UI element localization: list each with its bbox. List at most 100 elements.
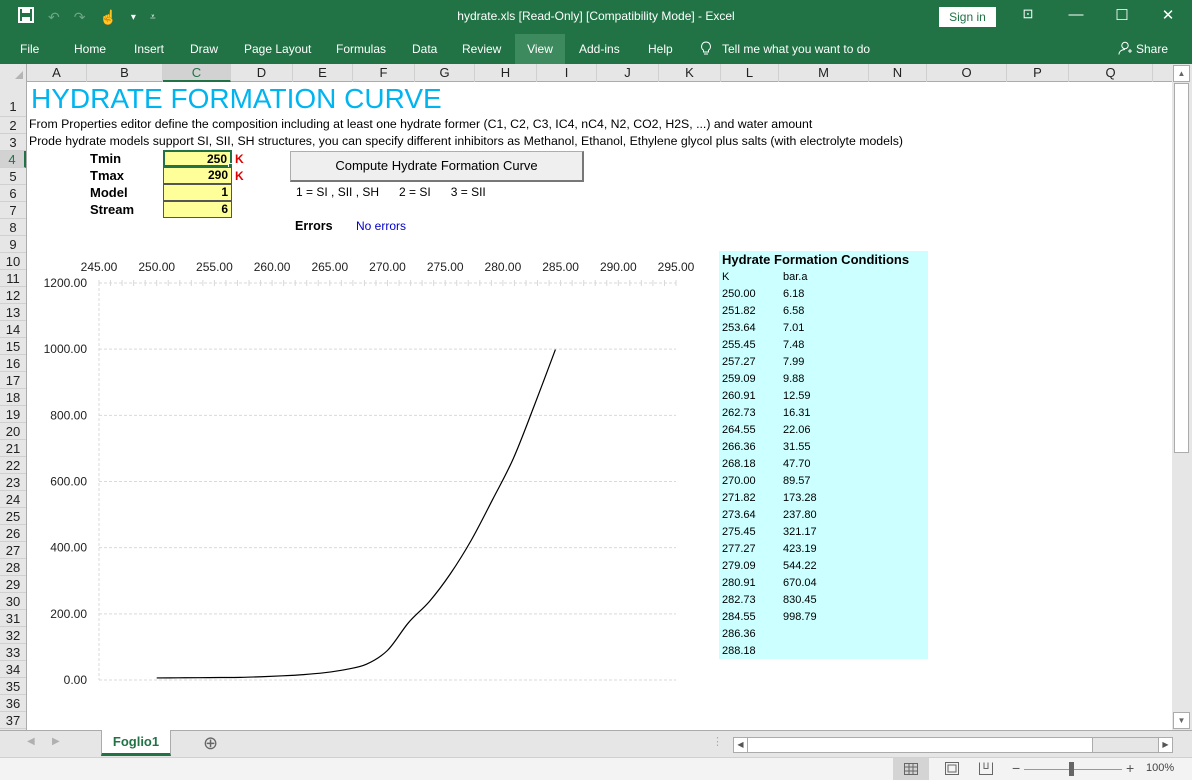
tab-page-layout[interactable]: Page Layout bbox=[234, 34, 321, 64]
column-header-j[interactable]: J bbox=[597, 64, 659, 82]
row-header-27[interactable]: 27 bbox=[0, 542, 26, 559]
row-header-28[interactable]: 28 bbox=[0, 559, 26, 576]
select-all-button[interactable] bbox=[0, 64, 27, 82]
column-header-o[interactable]: O bbox=[927, 64, 1007, 82]
row-header-23[interactable]: 23 bbox=[0, 474, 26, 491]
row-header-9[interactable]: 9 bbox=[0, 236, 26, 253]
close-button[interactable]: ✕ bbox=[1153, 6, 1183, 24]
row-header-11[interactable]: 11 bbox=[0, 270, 26, 287]
row-header-30[interactable]: 30 bbox=[0, 593, 26, 610]
horizontal-scrollbar[interactable]: ◀ ▶ bbox=[733, 737, 1173, 753]
column-header-m[interactable]: M bbox=[779, 64, 869, 82]
zoom-level[interactable]: 100% bbox=[1146, 762, 1174, 774]
row-header-2[interactable]: 2 bbox=[0, 117, 26, 134]
tab-file[interactable]: File bbox=[10, 34, 49, 64]
tab-draw[interactable]: Draw bbox=[180, 34, 228, 64]
column-header-d[interactable]: D bbox=[231, 64, 293, 82]
sheet-tab-foglio1[interactable]: Foglio1 bbox=[101, 730, 171, 756]
row-header-17[interactable]: 17 bbox=[0, 372, 26, 389]
row-header-6[interactable]: 6 bbox=[0, 185, 26, 202]
row-header-29[interactable]: 29 bbox=[0, 576, 26, 593]
tmax-input[interactable]: 290 bbox=[163, 167, 232, 184]
compute-hydrate-curve-button[interactable]: Compute Hydrate Formation Curve bbox=[290, 151, 584, 182]
column-header-l[interactable]: L bbox=[721, 64, 779, 82]
vertical-scroll-thumb[interactable] bbox=[1174, 83, 1189, 453]
column-header-f[interactable]: F bbox=[353, 64, 415, 82]
hydrate-curve-chart[interactable]: 0.00 200.00 400.00 600.00 800.00 1000.00 1200.… bbox=[30, 250, 710, 700]
row-header-36[interactable]: 36 bbox=[0, 695, 26, 712]
column-header-n[interactable]: N bbox=[869, 64, 927, 82]
tmin-input[interactable]: 250 bbox=[163, 150, 232, 167]
tab-data[interactable]: Data bbox=[402, 34, 447, 64]
row-header-1[interactable]: 1 bbox=[0, 82, 26, 117]
minimize-button[interactable]: — bbox=[1061, 6, 1091, 23]
column-header-e[interactable]: E bbox=[293, 64, 353, 82]
row-header-16[interactable]: 16 bbox=[0, 355, 26, 372]
column-header-a[interactable]: A bbox=[27, 64, 87, 82]
normal-view-button[interactable] bbox=[893, 758, 929, 780]
row-header-24[interactable]: 24 bbox=[0, 491, 26, 508]
column-header-c[interactable]: C bbox=[163, 64, 231, 82]
row-header-34[interactable]: 34 bbox=[0, 661, 26, 678]
row-header-4[interactable]: 4 bbox=[0, 151, 26, 168]
row-header-33[interactable]: 33 bbox=[0, 644, 26, 661]
sign-in-button[interactable]: Sign in bbox=[939, 7, 996, 27]
row-header-19[interactable]: 19 bbox=[0, 406, 26, 423]
row-header-5[interactable]: 5 bbox=[0, 168, 26, 185]
column-header-g[interactable]: G bbox=[415, 64, 475, 82]
row-header-25[interactable]: 25 bbox=[0, 508, 26, 525]
row-header-14[interactable]: 14 bbox=[0, 321, 26, 338]
column-header-i[interactable]: I bbox=[537, 64, 597, 82]
scroll-up-button[interactable]: ▲ bbox=[1173, 65, 1190, 82]
tell-me-search[interactable]: Tell me what you want to do bbox=[700, 34, 870, 64]
row-header-22[interactable]: 22 bbox=[0, 457, 26, 474]
column-header-b[interactable]: B bbox=[87, 64, 163, 82]
page-layout-view-button[interactable] bbox=[942, 758, 964, 780]
column-header-p[interactable]: P bbox=[1007, 64, 1069, 82]
ribbon-display-options-icon[interactable]: ⊡ bbox=[1013, 6, 1043, 22]
column-header-q[interactable]: Q bbox=[1069, 64, 1153, 82]
tab-review[interactable]: Review bbox=[452, 34, 511, 64]
vertical-scrollbar[interactable]: ▲ ▼ bbox=[1172, 64, 1192, 730]
row-header-35[interactable]: 35 bbox=[0, 678, 26, 695]
tab-add-ins[interactable]: Add-ins bbox=[569, 34, 630, 64]
next-sheet-icon[interactable]: ▶ bbox=[52, 736, 60, 747]
stream-input[interactable]: 6 bbox=[163, 201, 232, 218]
column-header-k[interactable]: K bbox=[659, 64, 721, 82]
row-header-12[interactable]: 12 bbox=[0, 287, 26, 304]
row-header-3[interactable]: 3 bbox=[0, 134, 26, 151]
worksheet[interactable]: ABCDEFGHIJKLMNOPQ 1 2 3 4 5 6 7 8 9 10 11 12 13 14 15 1… bbox=[0, 64, 1192, 730]
row-header-20[interactable]: 20 bbox=[0, 423, 26, 440]
tab-view[interactable]: View bbox=[515, 34, 565, 64]
row-header-15[interactable]: 15 bbox=[0, 338, 26, 355]
model-input[interactable]: 1 bbox=[163, 184, 232, 201]
row-header-21[interactable]: 21 bbox=[0, 440, 26, 457]
zoom-out-button[interactable]: − bbox=[1012, 760, 1020, 776]
tab-insert[interactable]: Insert bbox=[124, 34, 174, 64]
row-header-18[interactable]: 18 bbox=[0, 389, 26, 406]
tab-home[interactable]: Home bbox=[64, 34, 116, 64]
zoom-slider-thumb[interactable] bbox=[1069, 762, 1074, 776]
split-handle[interactable]: ⋮ bbox=[712, 735, 723, 748]
row-header-10[interactable]: 10 bbox=[0, 253, 26, 270]
row-header-32[interactable]: 32 bbox=[0, 627, 26, 644]
scroll-right-button[interactable]: ▶ bbox=[1158, 738, 1172, 752]
prev-sheet-icon[interactable]: ◀ bbox=[27, 736, 35, 747]
tab-formulas[interactable]: Formulas bbox=[326, 34, 396, 64]
horizontal-scroll-thumb[interactable] bbox=[748, 738, 1093, 752]
tab-help[interactable]: Help bbox=[638, 34, 683, 64]
scroll-down-button[interactable]: ▼ bbox=[1173, 712, 1190, 729]
row-header-37[interactable]: 37 bbox=[0, 712, 26, 729]
page-break-view-button[interactable] bbox=[976, 758, 998, 780]
share-button[interactable]: Share bbox=[1118, 34, 1168, 64]
row-header-7[interactable]: 7 bbox=[0, 202, 26, 219]
scroll-left-button[interactable]: ◀ bbox=[734, 738, 748, 752]
row-header-31[interactable]: 31 bbox=[0, 610, 26, 627]
add-sheet-icon[interactable]: ⊕ bbox=[203, 733, 218, 754]
column-header-h[interactable]: H bbox=[475, 64, 537, 82]
row-header-8[interactable]: 8 bbox=[0, 219, 26, 236]
zoom-in-button[interactable]: + bbox=[1126, 760, 1134, 776]
maximize-button[interactable]: ☐ bbox=[1107, 6, 1137, 24]
row-header-13[interactable]: 13 bbox=[0, 304, 26, 321]
row-header-26[interactable]: 26 bbox=[0, 525, 26, 542]
